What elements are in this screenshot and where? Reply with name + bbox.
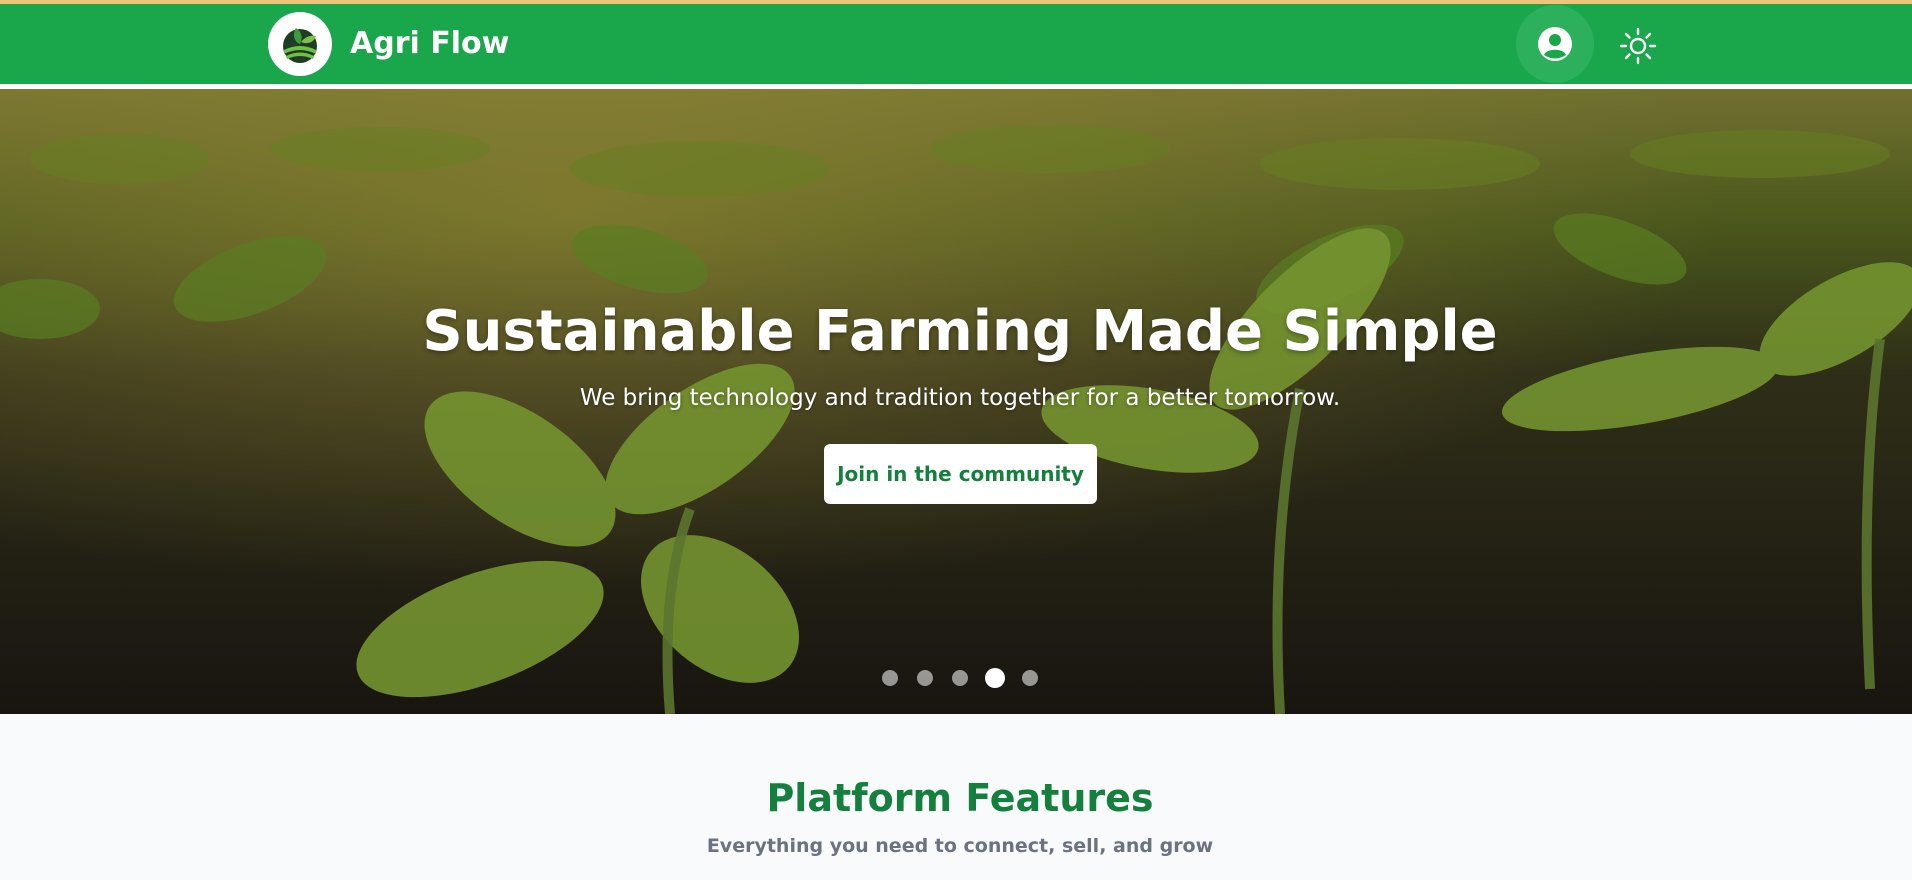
features-subheading: Everything you need to connect, sell, an… bbox=[706, 835, 1214, 857]
brand-logo[interactable] bbox=[268, 12, 332, 76]
user-circle-icon bbox=[1538, 27, 1572, 61]
join-community-button[interactable]: Join in the community bbox=[824, 444, 1097, 504]
sun-icon bbox=[1619, 27, 1657, 65]
hero-carousel: Sustainable Farming Made Simple We bring… bbox=[0, 89, 1912, 714]
theme-toggle-button[interactable] bbox=[1618, 26, 1658, 66]
carousel-dot-1[interactable] bbox=[882, 670, 898, 686]
leaf-field-logo-icon bbox=[283, 28, 317, 63]
carousel-dot-2[interactable] bbox=[917, 670, 933, 686]
carousel-dot-4[interactable] bbox=[985, 668, 1005, 688]
features-heading: Platform Features bbox=[766, 776, 1154, 820]
carousel-indicators bbox=[0, 666, 1912, 690]
carousel-dot-5[interactable] bbox=[1022, 670, 1038, 686]
profile-button[interactable] bbox=[1516, 5, 1594, 83]
carousel-dot-3[interactable] bbox=[952, 670, 968, 686]
hero-title: Sustainable Farming Made Simple bbox=[422, 299, 1498, 364]
hero-subtitle: We bring technology and tradition togeth… bbox=[579, 385, 1341, 411]
brand-name[interactable]: Agri Flow bbox=[350, 24, 509, 64]
